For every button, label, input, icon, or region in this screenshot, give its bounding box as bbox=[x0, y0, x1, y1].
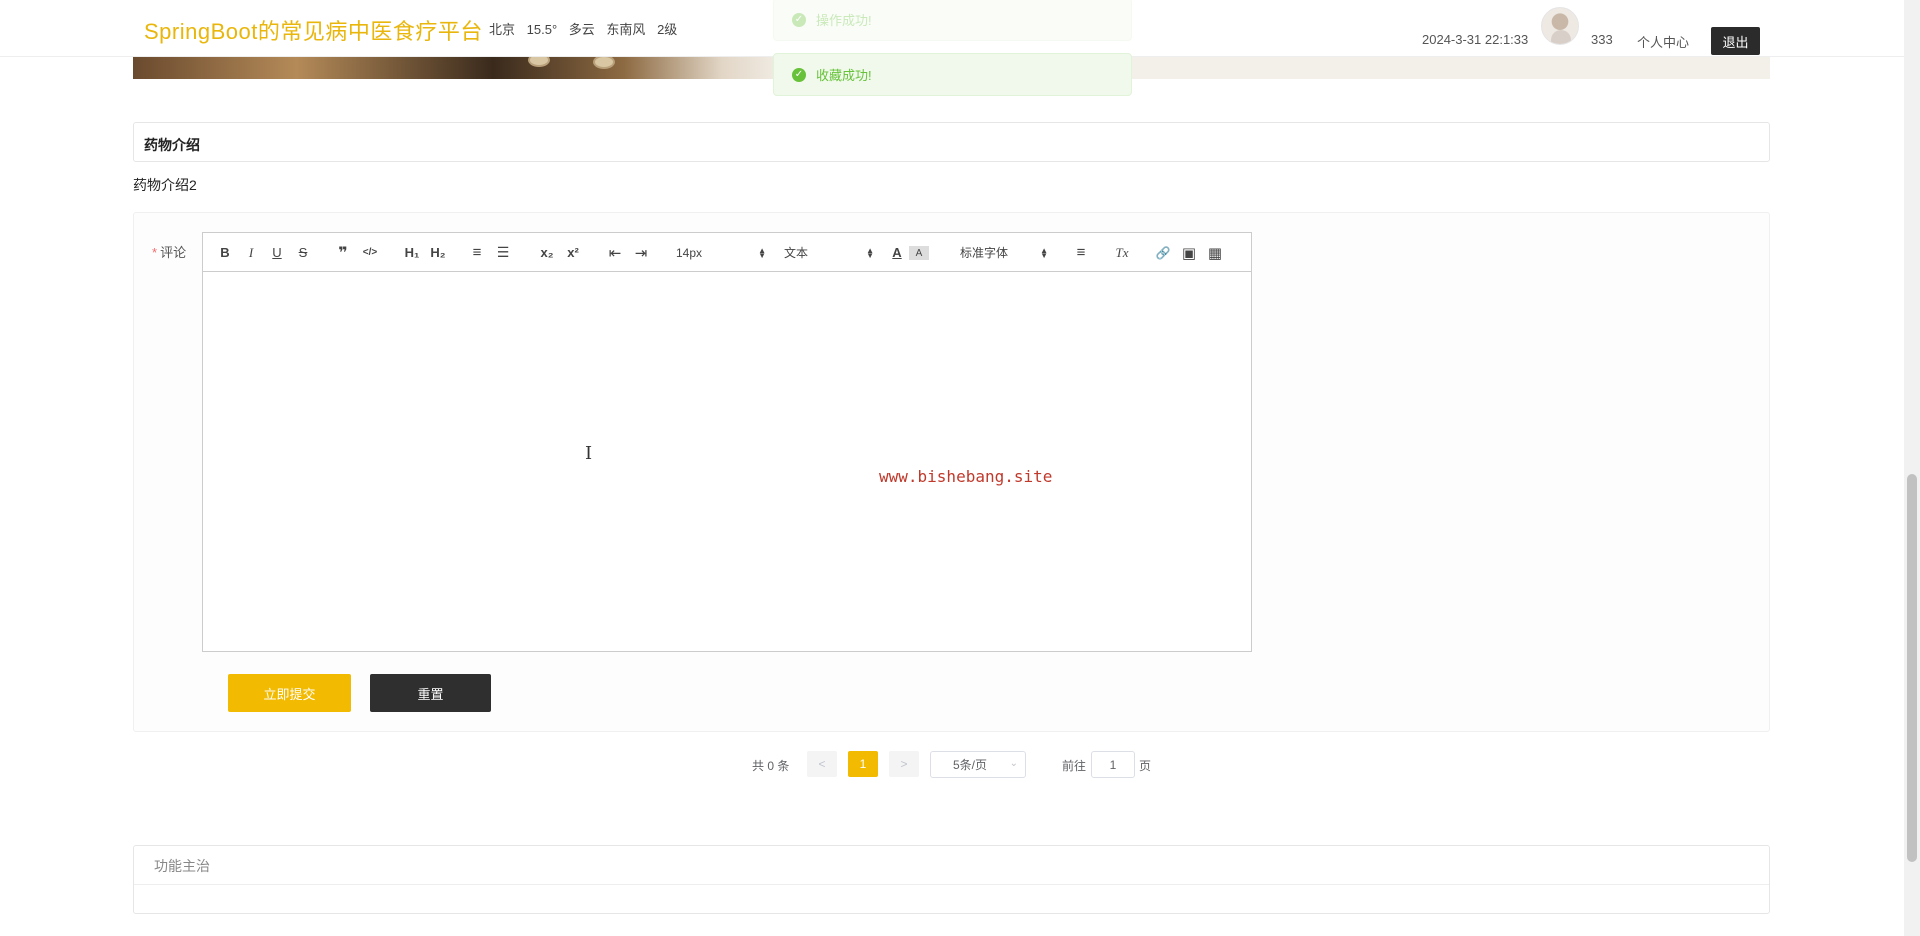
toast-favorite-success: ✓ 收藏成功! bbox=[773, 53, 1132, 96]
editor-content-area[interactable]: I bbox=[203, 273, 1251, 651]
italic-button[interactable]: I bbox=[241, 243, 261, 262]
font-color-button[interactable]: A bbox=[887, 243, 907, 262]
site-title[interactable]: SpringBoot的常见病中医食疗平台 bbox=[144, 14, 483, 46]
submit-button[interactable]: 立即提交 bbox=[228, 674, 351, 712]
comment-label: * 评论 bbox=[152, 242, 186, 261]
check-circle-icon: ✓ bbox=[792, 12, 806, 27]
header-1-button[interactable]: H₁ bbox=[401, 243, 423, 262]
rich-text-editor: B I U S ❞ </> H₁ H₂ ≡ ☰ x₂ x² ⇤ ⇥ 14px ▲… bbox=[202, 232, 1252, 652]
banner-coin bbox=[593, 57, 615, 69]
divider bbox=[134, 884, 1769, 885]
page-suffix: 页 bbox=[1139, 759, 1152, 773]
subscript-button[interactable]: x₂ bbox=[537, 243, 557, 262]
underline-button[interactable]: U bbox=[267, 243, 287, 262]
weather-info: 北京 15.5° 多云 东南风 2级 bbox=[489, 19, 685, 38]
page-scrollbar[interactable] bbox=[1904, 0, 1920, 936]
page-number-current[interactable]: 1 bbox=[848, 751, 878, 777]
chevron-up-down-icon: ▲ ▼ bbox=[866, 245, 874, 260]
reset-button[interactable]: 重置 bbox=[370, 674, 491, 712]
font-picker[interactable]: 标准字体 ▲ ▼ bbox=[960, 243, 1048, 262]
weather-city: 北京 bbox=[489, 22, 516, 37]
function-section: 功能主治 bbox=[133, 845, 1770, 914]
chevron-up-down-icon: ▲ ▼ bbox=[758, 245, 766, 260]
size-picker[interactable]: 14px ▲ ▼ bbox=[676, 243, 766, 262]
function-section-title: 功能主治 bbox=[154, 858, 210, 874]
avatar[interactable] bbox=[1541, 7, 1579, 45]
strike-button[interactable]: S bbox=[293, 243, 313, 262]
link-icon[interactable]: 🔗 bbox=[1153, 243, 1173, 262]
goto-page-input[interactable] bbox=[1091, 751, 1135, 778]
check-circle-icon: ✓ bbox=[792, 67, 806, 82]
weather-temperature: 15.5° bbox=[526, 22, 558, 37]
toast-message: 收藏成功! bbox=[816, 68, 872, 83]
page-size-select[interactable]: 5条/页 ⌄ bbox=[930, 751, 1026, 778]
comment-label-text: 评论 bbox=[160, 245, 187, 260]
required-mark: * bbox=[152, 245, 158, 260]
banner-coin bbox=[528, 57, 550, 67]
goto-label: 前往 bbox=[1062, 759, 1087, 773]
watermark-text: www.bishebang.site bbox=[879, 467, 1053, 486]
weather-wind-direction: 东南风 bbox=[606, 22, 646, 37]
indent-button[interactable]: ⇥ bbox=[631, 243, 651, 262]
next-page-button[interactable]: > bbox=[889, 751, 919, 777]
chevron-up-down-icon: ▲ ▼ bbox=[1040, 245, 1048, 260]
bold-button[interactable]: B bbox=[215, 243, 235, 262]
ordered-list-button[interactable]: ≡ bbox=[467, 243, 487, 262]
page-size-value: 5条/页 bbox=[953, 758, 988, 772]
superscript-button[interactable]: x² bbox=[563, 243, 583, 262]
section-content: 药物介绍2 bbox=[133, 177, 197, 193]
weather-wind-level: 2级 bbox=[657, 22, 678, 37]
background-color-button[interactable]: A bbox=[909, 246, 929, 260]
user-center-link[interactable]: 个人中心 bbox=[1637, 32, 1689, 51]
page-root: SpringBoot的常见病中医食疗平台 北京 15.5° 多云 东南风 2级 … bbox=[0, 0, 1920, 936]
prev-page-button[interactable]: < bbox=[807, 751, 837, 777]
header-2-button[interactable]: H₂ bbox=[427, 243, 449, 262]
text-cursor-icon: I bbox=[585, 443, 593, 464]
header-picker[interactable]: 文本 ▲ ▼ bbox=[784, 243, 874, 262]
bullet-list-button[interactable]: ☰ bbox=[493, 243, 513, 262]
align-button[interactable]: ≡ bbox=[1071, 243, 1091, 262]
scrollbar-thumb[interactable] bbox=[1907, 474, 1917, 862]
weather-condition: 多云 bbox=[568, 22, 595, 37]
clean-format-button[interactable]: Tx bbox=[1111, 243, 1133, 262]
size-picker-value: 14px bbox=[676, 245, 703, 260]
logout-button[interactable]: 退出 bbox=[1711, 27, 1760, 55]
code-block-button[interactable]: </> bbox=[359, 243, 381, 262]
section-title: 药物介绍 bbox=[144, 137, 200, 153]
chevron-down-icon: ⌄ bbox=[1009, 758, 1018, 769]
toast-operation-success: ✓ 操作成功! bbox=[773, 0, 1132, 41]
image-icon[interactable]: ▣ bbox=[1179, 243, 1199, 262]
outdent-button[interactable]: ⇤ bbox=[605, 243, 625, 262]
font-picker-value: 标准字体 bbox=[960, 246, 1009, 260]
username: 333 bbox=[1591, 32, 1613, 47]
current-datetime: 2024-3-31 22:1:33 bbox=[1422, 32, 1529, 47]
toast-message: 操作成功! bbox=[816, 13, 872, 28]
editor-toolbar: B I U S ❞ </> H₁ H₂ ≡ ☰ x₂ x² ⇤ ⇥ 14px ▲… bbox=[203, 233, 1251, 272]
blockquote-button[interactable]: ❞ bbox=[333, 243, 353, 262]
video-icon[interactable]: ▦ bbox=[1205, 243, 1225, 262]
pagination-total: 共 0 条 bbox=[752, 759, 790, 773]
section-header: 药物介绍 bbox=[133, 122, 1770, 162]
header-picker-value: 文本 bbox=[784, 246, 809, 260]
